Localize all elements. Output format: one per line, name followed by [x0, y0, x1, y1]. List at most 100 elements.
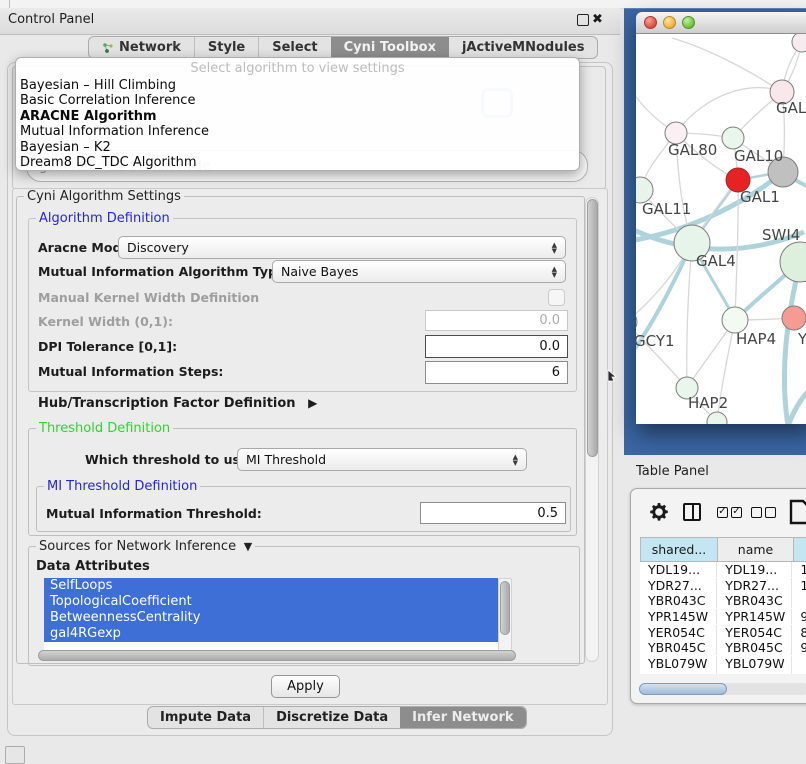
spinner-arrows-icon[interactable]: ▲▼	[552, 242, 557, 254]
bottom-tab-infer-network[interactable]: Infer Network	[400, 707, 525, 728]
mi-threshold-field[interactable]: 0.5	[420, 502, 566, 524]
network-node-gal10[interactable]	[722, 127, 744, 149]
column-header-hidden[interactable]	[794, 537, 806, 562]
mi-steps-field[interactable]: 6	[425, 361, 568, 384]
node-label: SWI4	[762, 226, 800, 244]
table-cell: YPR145W	[640, 609, 717, 624]
network-node-y[interactable]	[782, 306, 806, 330]
mi-threshold-value: 0.5	[537, 506, 558, 521]
table-cell: YDR27...	[640, 578, 717, 593]
sources-hscrollbar-thumb[interactable]	[38, 650, 516, 661]
chevron-right-icon[interactable]: ▶	[308, 396, 317, 410]
tab-style[interactable]: Style	[194, 37, 258, 58]
table-row[interactable]: YPR145WYPR145W9.	[640, 609, 806, 625]
node-label: GAL	[776, 99, 806, 117]
tab-label: jActiveMNodules	[462, 40, 585, 55]
table-row[interactable]: YBR045CYBR045C9.	[640, 640, 806, 656]
data-attribute-item[interactable]: BetweennessCentrality	[44, 610, 498, 626]
table-panel-window: ✓✓ shared...name YDL19...YDL19...13YDR27…	[630, 488, 806, 704]
bottom-tab-impute-data[interactable]: Impute Data	[148, 707, 263, 728]
undock-icon[interactable]	[577, 14, 589, 26]
table-row[interactable]: YLR345WYLR345W9.	[640, 671, 806, 674]
sources-group-title: Sources for Network Inference ▼	[36, 539, 255, 554]
zoom-traffic-light-icon[interactable]	[682, 16, 695, 29]
table-cell: YDL19...	[640, 562, 717, 577]
network-window-titlebar[interactable]	[636, 12, 806, 34]
table-row[interactable]: YDR27...YDR27...12	[640, 578, 806, 594]
settings-scrollbar-thumb[interactable]	[587, 199, 598, 457]
table-rows[interactable]: YDL19...YDL19...13YDR27...YDR27...12YBR0…	[640, 562, 806, 674]
bottom-tab-discretize-data[interactable]: Discretize Data	[263, 707, 400, 728]
algorithm-option[interactable]: ARACNE Algorithm	[16, 109, 579, 124]
which-threshold-value: MI Threshold	[246, 452, 326, 467]
table-header-row[interactable]: shared...name	[640, 537, 806, 562]
algorithm-dropdown-popup: Select algorithm to view settings Bayesi…	[15, 57, 580, 171]
attributes-list-scrollbar-thumb[interactable]	[500, 581, 510, 635]
manual-kernel-label: Manual Kernel Width Definition	[38, 290, 259, 305]
close-traffic-light-icon[interactable]	[644, 16, 657, 29]
node-label: GAL11	[642, 200, 691, 218]
data-attribute-item[interactable]: gal4RGexp	[44, 626, 498, 642]
collapsed-panel-icon[interactable]	[5, 746, 25, 764]
network-canvas[interactable]: GALGAL80GAL10GAL1GAL11GAL4SWI4GCY1HAP4YH…	[636, 34, 806, 424]
tab-cyni-toolbox[interactable]: Cyni Toolbox	[331, 37, 449, 58]
aracne-mode-combo[interactable]: Discovery ▲▼	[118, 236, 566, 259]
table-row[interactable]: YDL19...YDL19...13	[640, 562, 806, 578]
table-cell: YLR345W	[717, 671, 792, 674]
panel-title: Control Panel	[8, 12, 94, 27]
table-cell: YBR043C	[717, 593, 792, 608]
table-cell: YER054C	[717, 625, 792, 640]
node-label: Y	[797, 330, 806, 348]
unchecked-pair-icon[interactable]	[751, 507, 776, 518]
mi-threshold-label: Mutual Information Threshold:	[46, 506, 262, 521]
data-attribute-item[interactable]: TopologicalCoefficient	[44, 594, 498, 610]
checked-pair-icon[interactable]: ✓✓	[717, 507, 742, 518]
tab-jactivemnodules[interactable]: jActiveMNodules	[449, 37, 598, 58]
algorithm-option[interactable]: Mutual Information Inference	[16, 124, 579, 139]
table-cell: YPR145W	[717, 609, 792, 624]
which-threshold-label: Which threshold to use:	[85, 452, 253, 467]
mi-type-combo[interactable]: Naive Bayes ▲▼	[272, 260, 566, 283]
cyni-settings-group-title: Cyni Algorithm Settings	[24, 189, 184, 204]
tab-label: Select	[272, 40, 317, 55]
table-row[interactable]: YBL079WYBL079W	[640, 656, 806, 672]
mi-type-value: Naive Bayes	[281, 264, 358, 279]
table-row[interactable]: YER054CYER054C8.	[640, 624, 806, 640]
network-icon	[102, 42, 114, 54]
algorithm-option[interactable]: Bayesian – K2	[16, 140, 579, 155]
spinner-arrows-icon[interactable]: ▲▼	[552, 266, 557, 278]
tab-label: Network	[119, 40, 181, 55]
manual-kernel-checkbox[interactable]	[548, 289, 565, 306]
column-header-name[interactable]: name	[718, 537, 794, 562]
data-attribute-item[interactable]: SelfLoops	[44, 578, 498, 594]
data-attributes-label: Data Attributes	[36, 559, 150, 574]
which-threshold-combo[interactable]: MI Threshold ▲▼	[237, 448, 527, 471]
data-attributes-list[interactable]: SelfLoopsTopologicalCoefficientBetweenne…	[44, 578, 498, 654]
network-node[interactable]	[707, 412, 727, 424]
page-icon[interactable]	[789, 499, 806, 525]
settings-gear-icon[interactable]	[649, 502, 669, 522]
chevron-down-icon[interactable]: ▼	[240, 540, 252, 553]
network-window: GALGAL80GAL10GAL1GAL11GAL4SWI4GCY1HAP4YH…	[636, 12, 806, 424]
spinner-arrows-icon[interactable]: ▲▼	[513, 454, 518, 466]
split-columns-icon[interactable]	[683, 503, 701, 521]
apply-button[interactable]: Apply	[271, 675, 340, 698]
network-node[interactable]	[792, 34, 806, 52]
table-hscrollbar-thumb[interactable]	[639, 683, 727, 695]
column-header-shared...[interactable]: shared...	[640, 537, 718, 562]
close-icon[interactable]: ✖	[592, 12, 603, 27]
table-cell: 12	[792, 578, 806, 593]
table-row[interactable]: YBR043CYBR043C	[640, 593, 806, 609]
table-cell: YBR045C	[717, 640, 792, 655]
node-label: GAL1	[740, 188, 780, 206]
algorithm-option[interactable]: Basic Correlation Inference	[16, 93, 579, 108]
dpi-tolerance-field[interactable]: 0.0	[425, 335, 568, 358]
tab-network[interactable]: Network	[89, 37, 194, 58]
hub-definition-toggle[interactable]: Hub/Transcription Factor Definition ▶	[38, 396, 317, 411]
network-node-gcy1[interactable]	[636, 311, 637, 333]
kernel-width-label: Kernel Width (0,1):	[38, 314, 173, 329]
tab-select[interactable]: Select	[258, 37, 330, 58]
minimize-traffic-light-icon[interactable]	[663, 16, 676, 29]
algorithm-option[interactable]: Bayesian – Hill Climbing	[16, 78, 579, 93]
algorithm-option[interactable]: Dream8 DC_TDC Algorithm	[16, 155, 579, 170]
